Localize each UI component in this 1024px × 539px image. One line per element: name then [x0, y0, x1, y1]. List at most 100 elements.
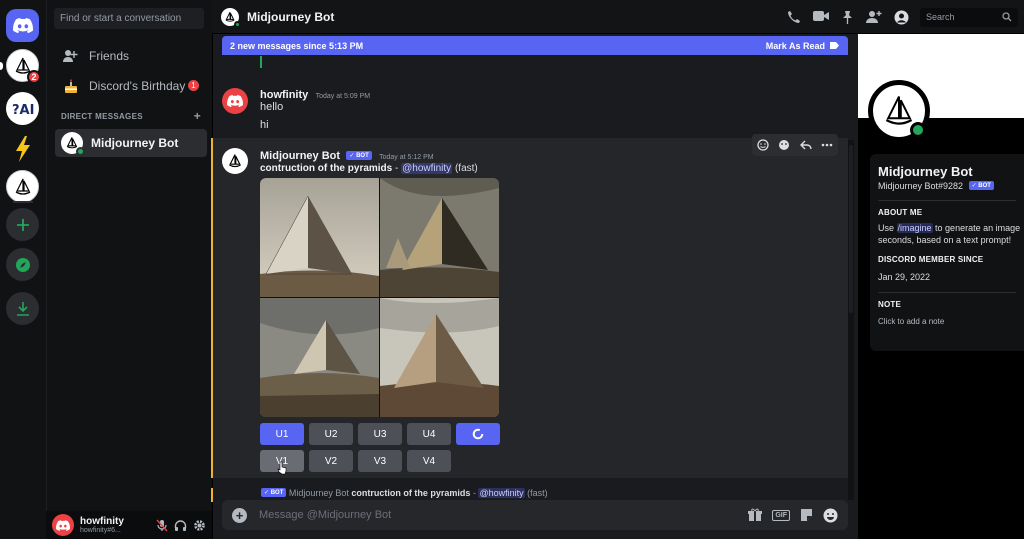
server-rail: 2 ?AI: [0, 0, 46, 539]
emoji-icon[interactable]: [823, 508, 838, 523]
server-ai[interactable]: ?AI: [6, 92, 39, 125]
birthday-nav-item[interactable]: Discord's Birthday 1: [55, 72, 207, 99]
download-icon: [16, 301, 29, 316]
sailboat-icon: [229, 154, 241, 168]
online-status-indicator: [76, 147, 85, 156]
add-reaction-icon[interactable]: [756, 139, 769, 151]
lightning-icon: [15, 135, 30, 162]
about-me-text: Use /imagine to generate an image second…: [878, 222, 1024, 246]
dm-item-midjourney-bot[interactable]: Midjourney Bot: [55, 129, 207, 157]
pyramid-image-4: [380, 298, 499, 417]
sticker-icon[interactable]: [800, 508, 813, 522]
user-avatar[interactable]: [52, 514, 74, 536]
message-input[interactable]: Message @Midjourney Bot: [259, 509, 391, 521]
search-placeholder: Search: [926, 12, 955, 22]
author-avatar[interactable]: [222, 88, 248, 114]
gift-icon[interactable]: [748, 508, 763, 522]
message-group-marker: [260, 56, 262, 68]
reroll-button[interactable]: [456, 423, 500, 445]
add-friend-icon[interactable]: [866, 10, 882, 24]
friends-icon: [61, 49, 81, 63]
more-options-icon[interactable]: [821, 143, 833, 147]
ai-logo-icon: ?AI: [12, 103, 34, 118]
message-header: howfinity Today at 5:09 PM: [260, 87, 370, 101]
upscale-button-u2[interactable]: U2: [309, 423, 353, 445]
voice-call-icon[interactable]: [787, 10, 801, 24]
message-timestamp: Today at 5:12 PM: [379, 154, 434, 161]
about-me-line2: seconds, based on a text prompt!: [878, 235, 1012, 246]
author-avatar[interactable]: [222, 148, 248, 174]
member-since-date: Jan 29, 2022: [878, 272, 931, 283]
friends-nav-item[interactable]: Friends: [55, 42, 207, 69]
search-icon: [1002, 12, 1012, 22]
discord-home-button[interactable]: [6, 9, 39, 42]
create-dm-button[interactable]: +: [194, 109, 201, 123]
about-me-post: to generate an image: [932, 223, 1021, 233]
pyramid-image-1: [260, 178, 379, 297]
message-text: hello: [260, 101, 284, 113]
channel-title: Midjourney Bot: [247, 9, 335, 24]
message-content: contruction of the pyramids - @howfinity…: [260, 163, 478, 174]
author-name[interactable]: howfinity: [260, 89, 308, 101]
chat-header: Midjourney Bot Search: [212, 0, 1024, 34]
upscale-button-u3[interactable]: U3: [358, 423, 402, 445]
variation-button-v4[interactable]: V4: [407, 450, 451, 472]
server-sailboat[interactable]: 2: [6, 49, 41, 84]
online-status-indicator: [234, 20, 241, 28]
mute-mic-icon[interactable]: [156, 519, 168, 532]
reply-icon[interactable]: [800, 140, 812, 150]
headphones-icon[interactable]: [174, 519, 187, 532]
user-profile-icon[interactable]: [894, 10, 909, 25]
plus-icon: [16, 218, 29, 231]
discord-logo-icon: [56, 519, 70, 531]
prompt-separator: -: [392, 163, 402, 174]
new-messages-bar[interactable]: 2 new messages since 5:13 PM Mark As Rea…: [222, 36, 848, 55]
direct-messages-header: DIRECT MESSAGES +: [61, 109, 201, 123]
find-conversation-input[interactable]: Find or start a conversation: [54, 8, 204, 29]
unread-indicator: [0, 62, 3, 70]
upscale-button-u4[interactable]: U4: [407, 423, 451, 445]
add-server-button[interactable]: [6, 208, 39, 241]
prompt-text: contruction of the pyramids: [260, 163, 393, 174]
apps-icon[interactable]: [778, 139, 791, 151]
upscale-button-u1[interactable]: U1: [260, 423, 304, 445]
dm-sidebar: Find or start a conversation Friends Dis…: [46, 0, 212, 539]
message-composer: + Message @Midjourney Bot GIF: [222, 500, 848, 530]
generated-image-grid[interactable]: [260, 178, 499, 417]
header-search-input[interactable]: Search: [920, 8, 1018, 27]
composer-tools: GIF: [748, 508, 838, 523]
author-name[interactable]: Midjourney Bot: [260, 150, 340, 162]
pin-icon[interactable]: [841, 10, 854, 24]
rail-separator: [13, 201, 33, 203]
bot-tag: ✓ BOT: [968, 181, 994, 190]
profile-name: Midjourney Bot: [878, 164, 973, 179]
sailboat-icon: [15, 178, 30, 195]
server-midjourney[interactable]: [6, 170, 39, 203]
user-panel: howfinity howfinity#6...: [46, 511, 212, 539]
server-lightning[interactable]: [6, 132, 39, 165]
cake-icon: [61, 78, 81, 94]
variation-button-v3[interactable]: V3: [358, 450, 402, 472]
slash-command[interactable]: /imagine: [896, 223, 933, 233]
video-call-icon[interactable]: [813, 10, 829, 22]
gif-button[interactable]: GIF: [772, 509, 790, 521]
divider: [878, 200, 1016, 201]
bot-tag: ✓ BOT: [261, 488, 287, 497]
note-input[interactable]: Click to add a note: [878, 317, 1024, 326]
mark-as-read-button[interactable]: Mark As Read: [766, 41, 840, 51]
user-mention[interactable]: @howfinity: [401, 163, 453, 174]
message-actions-toolbar: [752, 134, 838, 156]
message-text: hi: [260, 119, 269, 131]
discord-logo-icon: [227, 95, 243, 107]
gear-icon[interactable]: [193, 519, 206, 532]
new-messages-text: 2 new messages since 5:13 PM: [230, 40, 364, 51]
download-apps-button[interactable]: [6, 292, 39, 325]
sailboat-icon: [225, 11, 235, 22]
attach-button[interactable]: +: [232, 507, 247, 523]
chat-scrollbar-thumb[interactable]: [849, 145, 853, 313]
profile-tag: Midjourney Bot#9282: [878, 181, 964, 191]
discord-logo-icon: [12, 18, 33, 33]
variation-button-v2[interactable]: V2: [309, 450, 353, 472]
explore-servers-button[interactable]: [6, 248, 39, 281]
member-since-header: DISCORD MEMBER SINCE: [878, 255, 984, 265]
